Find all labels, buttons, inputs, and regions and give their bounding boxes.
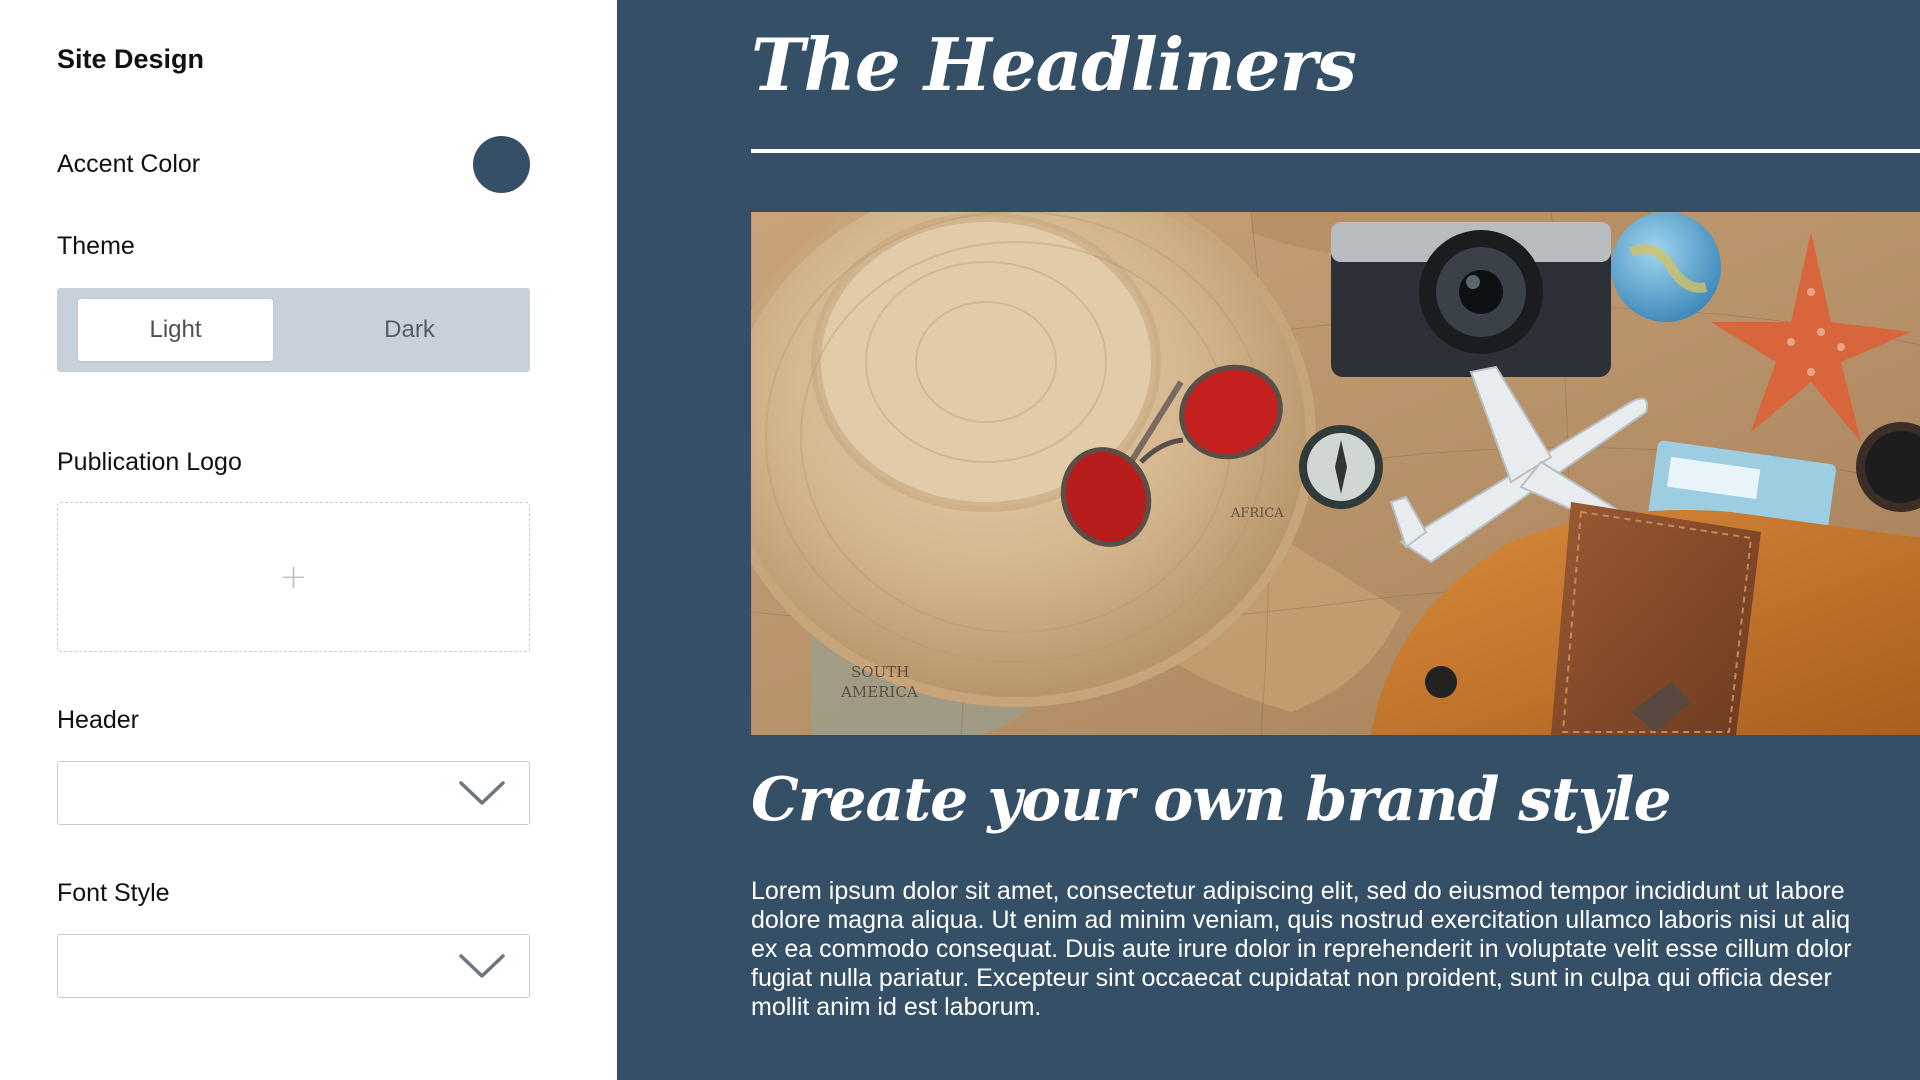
accent-color-label: Accent Color — [57, 150, 201, 178]
body-line: fugiat nulla pariatur. Excepteur sint oc… — [751, 964, 1832, 992]
preview-body-text: Lorem ipsum dolor sit amet, consectetur … — [751, 877, 1920, 1022]
accent-color-swatch[interactable] — [473, 136, 530, 193]
body-line: ex ea commodo consequat. Duis aute irure… — [751, 935, 1852, 963]
hero-image: SOUTH AMERICA AFRICA — [751, 212, 1920, 735]
svg-text:AFRICA: AFRICA — [1230, 506, 1284, 521]
publication-logo-label: Publication Logo — [57, 448, 242, 476]
theme-toggle: Light Dark — [57, 288, 530, 372]
site-preview: The Headliners SOUTH AMERICA AFRICA Crea… — [617, 0, 1920, 1080]
font-style-label: Font Style — [57, 879, 170, 907]
theme-label: Theme — [57, 232, 135, 260]
font-style-select[interactable] — [57, 934, 530, 998]
theme-option-light[interactable]: Light — [78, 299, 273, 361]
site-design-panel: Site Design Accent Color Theme Light Dar… — [0, 0, 617, 1080]
body-line: Lorem ipsum dolor sit amet, consectetur … — [751, 877, 1845, 905]
header-label: Header — [57, 706, 139, 734]
body-line: mollit anim id est laborum. — [751, 993, 1042, 1021]
body-line: dolore magna aliqua. Ut enim ad minim ve… — [751, 906, 1851, 934]
panel-title: Site Design — [57, 44, 205, 74]
theme-option-dark[interactable]: Dark — [312, 299, 507, 361]
logo-upload-dropzone[interactable]: + — [57, 502, 530, 652]
travel-flatlay-photo: SOUTH AMERICA AFRICA — [751, 212, 1920, 735]
header-select[interactable] — [57, 761, 530, 825]
chevron-down-icon — [459, 954, 505, 978]
svg-text:SOUTH: SOUTH — [851, 663, 909, 681]
publication-title: The Headliners — [751, 22, 1357, 107]
preview-headline: Create your own brand style — [751, 765, 1672, 835]
chevron-down-icon — [459, 781, 505, 805]
plus-icon: + — [279, 557, 308, 597]
svg-text:AMERICA: AMERICA — [840, 683, 918, 701]
header-divider — [751, 149, 1920, 153]
